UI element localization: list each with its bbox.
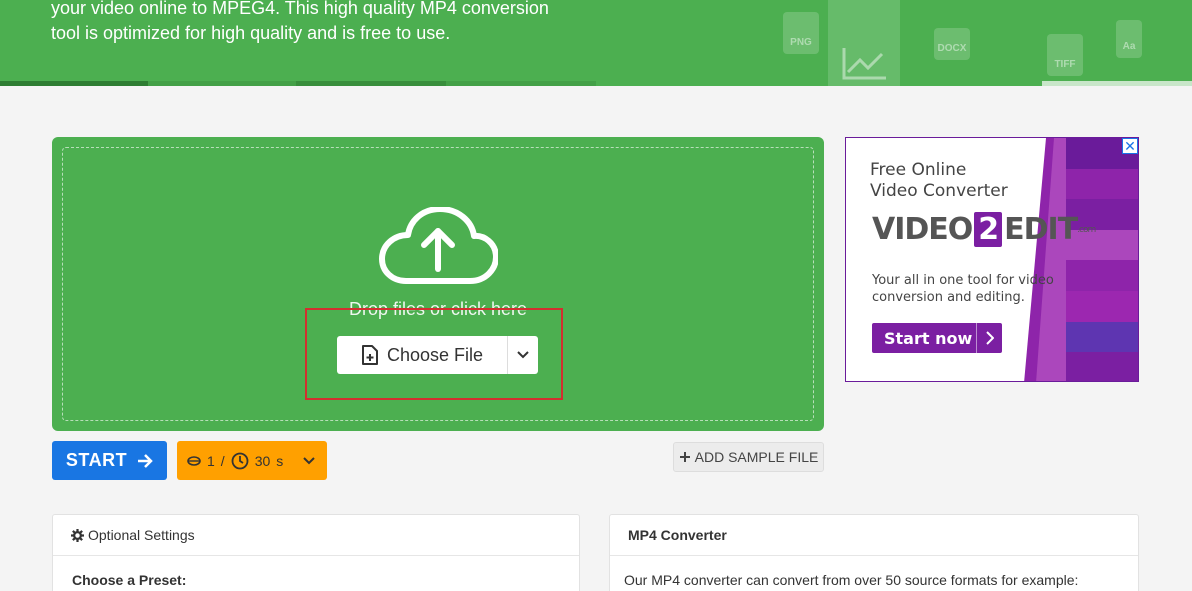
- panel-header: MP4 Converter: [610, 515, 1138, 556]
- ad-decoration: [1058, 138, 1138, 381]
- panel-header: Optional Settings: [53, 515, 579, 556]
- font-file-icon: Aa: [1116, 20, 1142, 58]
- hero-line: your video online to MPEG4. This high qu…: [51, 0, 549, 18]
- chevron-right-icon: [976, 323, 1002, 353]
- ad-wedge: [1016, 138, 1066, 381]
- chart-icon: [842, 48, 886, 80]
- add-sample-label: ADD SAMPLE FILE: [694, 449, 819, 465]
- credits-button[interactable]: 1 / 30 s: [177, 441, 327, 480]
- cloud-upload-icon: [379, 207, 498, 284]
- clock-icon: [231, 452, 249, 469]
- hero-progress-segment: [296, 81, 446, 86]
- optional-settings-panel: Optional Settings Choose a Preset:: [52, 514, 580, 591]
- hero-progress-segment: [0, 81, 148, 86]
- mp4-converter-title: MP4 Converter: [628, 527, 727, 543]
- tiff-file-icon: TIFF: [1047, 34, 1083, 76]
- ad-logo: VIDEO 2 EDIT .com: [872, 212, 1096, 247]
- png-file-icon: PNG: [783, 12, 819, 54]
- choose-preset-label: Choose a Preset:: [72, 572, 187, 588]
- mp4-converter-description: Our MP4 converter can convert from over …: [624, 572, 1079, 588]
- add-sample-file-button[interactable]: ADD SAMPLE FILE: [673, 442, 824, 472]
- hero-description: your video online to MPEG4. This high qu…: [51, 0, 611, 46]
- docx-file-icon: DOCX: [934, 28, 970, 60]
- ad-title: Free Online Video Converter: [870, 160, 1008, 201]
- hero-line: tool is optimized for high quality and i…: [51, 23, 451, 43]
- hero-banner: your video online to MPEG4. This high qu…: [0, 0, 1192, 86]
- start-button[interactable]: START: [52, 441, 167, 480]
- highlight-box: [305, 308, 563, 400]
- advertisement[interactable]: Free Online Video Converter VIDEO 2 EDIT…: [845, 137, 1139, 382]
- hero-progress-segment: [1042, 81, 1192, 86]
- ad-start-now-button[interactable]: Start now: [872, 323, 1002, 353]
- credits-count: 1: [207, 452, 215, 469]
- hero-progress-segment: [148, 81, 296, 86]
- ad-description: Your all in one tool for video conversio…: [872, 273, 1054, 305]
- hero-progress-segment: [446, 81, 596, 86]
- coin-icon: [187, 455, 201, 466]
- mp4-converter-panel: MP4 Converter Our MP4 converter can conv…: [609, 514, 1139, 591]
- start-label: START: [65, 450, 128, 470]
- credits-separator: /: [220, 452, 225, 469]
- arrow-right-icon: [138, 453, 153, 468]
- plus-icon: [679, 452, 690, 462]
- ad-close-icon[interactable]: ✕: [1122, 138, 1138, 154]
- time-value: 30: [254, 452, 271, 469]
- optional-settings-title: Optional Settings: [88, 527, 195, 543]
- gear-icon: [71, 528, 84, 542]
- chevron-down-icon: [303, 456, 315, 464]
- time-unit: s: [276, 452, 284, 469]
